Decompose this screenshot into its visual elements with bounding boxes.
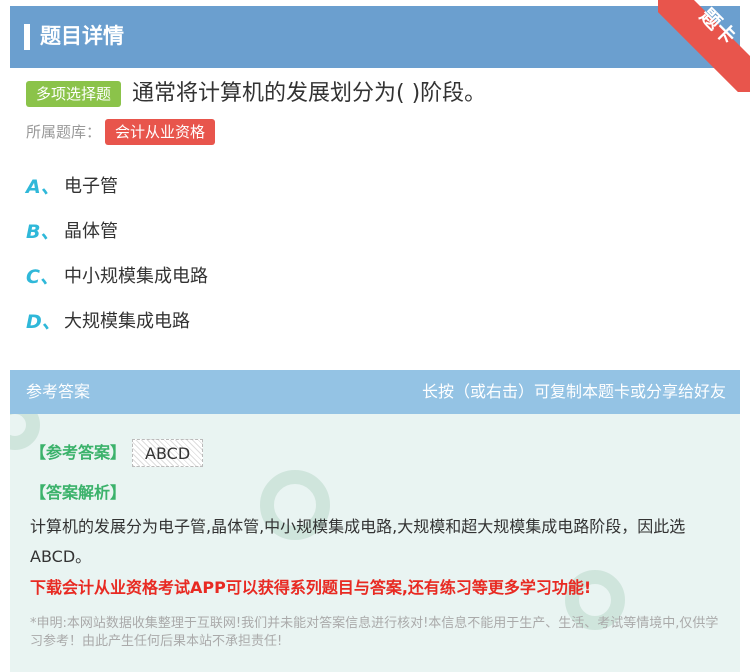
analysis-text: 计算机的发展分为电子管,晶体管,中小规模集成电路,大规模和超大规模集成电路阶段，… xyxy=(30,517,686,566)
option-letter: D、 xyxy=(26,311,61,333)
option-text: 电子管 xyxy=(64,176,118,197)
option-letter: C、 xyxy=(26,266,59,288)
header-bar: 题目详情 xyxy=(10,6,740,68)
bank-tag[interactable]: 会计从业资格 xyxy=(105,119,216,145)
option-letter: B、 xyxy=(26,221,60,243)
disclaimer-text: *申明:本网站数据收集整理于互联网!我们并未能对答案信息进行核对!本信息不能用于… xyxy=(30,616,719,649)
answer-panel: 参考答案 长按（或右击）可复制本题卡或分享给好友 【参考答案】 ABCD 【答案… xyxy=(10,370,740,672)
bank-label: 所属题库： xyxy=(26,123,102,141)
option-letter: A、 xyxy=(26,176,60,198)
option-text: 大规模集成电路 xyxy=(64,311,190,332)
app-promo-link[interactable]: 下载会计从业资格考试APP可以获得系列题目与答案,还有练习等更多学习功能! xyxy=(30,577,591,599)
answer-header: 参考答案 长按（或右击）可复制本题卡或分享给好友 xyxy=(10,370,740,414)
corner-ribbon: 题卡 xyxy=(658,0,750,92)
option-text: 中小规模集成电路 xyxy=(64,266,208,287)
ref-answer-value: ABCD xyxy=(132,439,204,467)
ref-answer-label: 【参考答案】 xyxy=(30,443,127,462)
page-title: 题目详情 xyxy=(40,24,124,48)
answer-header-title: 参考答案 xyxy=(26,382,91,401)
question-type-tag: 多项选择题 xyxy=(26,81,122,107)
share-hint: 长按（或右击）可复制本题卡或分享给好友 xyxy=(421,382,726,401)
analysis-label: 【答案解析】 xyxy=(30,483,127,502)
question-text: 通常将计算机的发展划分为( )阶段。 xyxy=(132,81,487,106)
option-text: 晶体管 xyxy=(64,221,118,242)
title-accent-bar xyxy=(24,24,30,50)
